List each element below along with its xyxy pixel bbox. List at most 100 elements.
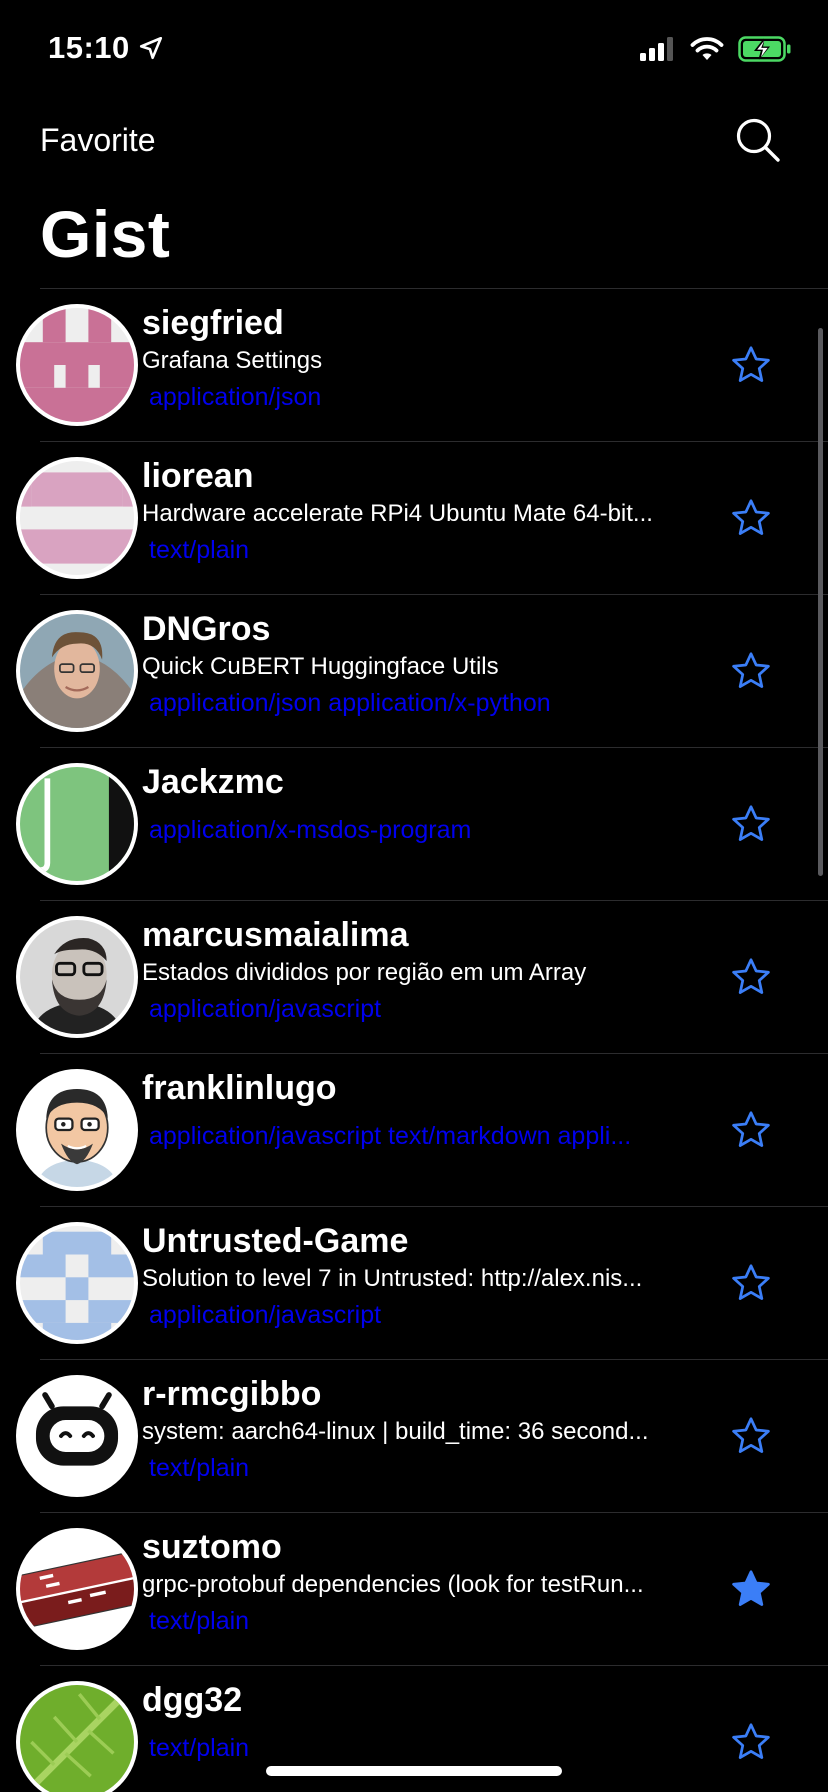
avatar — [16, 1681, 138, 1792]
gist-description: Quick CuBERT Huggingface Utils — [142, 653, 499, 680]
star-outline-icon — [732, 1723, 770, 1759]
gist-row[interactable]: liorean Hardware accelerate RPi4 Ubuntu … — [0, 442, 828, 595]
favorite-star-button[interactable] — [729, 1261, 773, 1305]
star-outline-icon — [732, 1111, 770, 1147]
status-time: 15:10 — [48, 30, 164, 66]
status-bar: 15:10 — [0, 0, 828, 100]
location-arrow-icon — [139, 36, 162, 60]
gist-row-text: DNGros Quick CuBERT Huggingface Utils ap… — [142, 609, 692, 721]
avatar-photo — [20, 1685, 134, 1792]
gist-owner: liorean — [142, 457, 254, 495]
avatar — [16, 916, 138, 1038]
star-outline-icon — [732, 805, 770, 841]
avatar — [16, 304, 138, 426]
gist-description: Hardware accelerate RPi4 Ubuntu Mate 64-… — [142, 500, 653, 527]
gist-file-types: application/json — [149, 383, 322, 411]
avatar — [16, 1528, 138, 1650]
gist-file-types: text/plain — [149, 536, 250, 564]
gist-file-types: application/javascript text/markdown app… — [149, 1122, 632, 1150]
avatar — [16, 1069, 138, 1191]
gist-row-text: dgg32 text/plain — [142, 1680, 692, 1766]
gist-owner: Jackzmc — [142, 763, 284, 801]
avatar-cartoon — [20, 1073, 134, 1187]
star-outline-icon — [732, 958, 770, 994]
favorite-star-button[interactable] — [729, 802, 773, 846]
star-outline-icon — [732, 499, 770, 535]
gist-row[interactable]: siegfried Grafana Settings application/j… — [0, 289, 828, 442]
home-indicator[interactable] — [266, 1766, 562, 1776]
avatar — [16, 763, 138, 885]
gist-owner: suztomo — [142, 1528, 282, 1566]
gist-owner: r-rmcgibbo — [142, 1375, 322, 1413]
gist-owner: dgg32 — [142, 1681, 243, 1719]
gist-owner: marcusmaialima — [142, 916, 409, 954]
star-outline-icon — [732, 346, 770, 382]
favorite-star-button[interactable] — [729, 1414, 773, 1458]
gist-file-types: application/json application/x-python — [149, 689, 551, 717]
favorite-star-button[interactable] — [729, 1720, 773, 1764]
gist-file-types: application/javascript — [149, 1301, 382, 1329]
gist-row[interactable]: suztomo grpc-protobuf dependencies (look… — [0, 1513, 828, 1666]
gist-row[interactable]: r-rmcgibbo system: aarch64-linux | build… — [0, 1360, 828, 1513]
favorite-star-button[interactable] — [729, 496, 773, 540]
favorite-star-button[interactable] — [729, 955, 773, 999]
avatar-identicon — [20, 308, 134, 422]
gist-file-types: text/plain — [149, 1454, 250, 1482]
avatar-photo — [20, 614, 134, 728]
star-outline-icon — [732, 1417, 770, 1453]
avatar-letter — [20, 767, 134, 881]
gist-description: Solution to level 7 in Untrusted: http:/… — [142, 1265, 643, 1292]
avatar-text-logo — [20, 1532, 134, 1646]
gist-description: Estados divididos por região em um Array — [142, 959, 587, 986]
status-icons — [640, 36, 792, 62]
battery-charging-icon — [738, 36, 791, 62]
avatar-photo — [20, 920, 134, 1034]
gist-row-text: siegfried Grafana Settings application/j… — [142, 303, 692, 415]
gist-owner: siegfried — [142, 304, 284, 342]
gist-row-text: marcusmaialima Estados divididos por reg… — [142, 915, 692, 1027]
gist-row-text: Untrusted-Game Solution to level 7 in Un… — [142, 1221, 692, 1333]
gist-row[interactable]: franklinlugo application/javascript text… — [0, 1054, 828, 1207]
gist-row[interactable]: Jackzmc application/x-msdos-program — [0, 748, 828, 901]
gist-row[interactable]: marcusmaialima Estados divididos por reg… — [0, 901, 828, 1054]
favorite-star-button[interactable] — [729, 1567, 773, 1611]
status-time-text: 15:10 — [48, 30, 130, 65]
gist-file-types: text/plain — [149, 1607, 250, 1635]
favorite-nav-button[interactable]: Favorite — [40, 122, 156, 159]
avatar-identicon — [20, 461, 134, 575]
gist-owner: franklinlugo — [142, 1069, 337, 1107]
gist-row-text: r-rmcgibbo system: aarch64-linux | build… — [142, 1374, 692, 1486]
avatar-robot — [20, 1379, 134, 1493]
gist-row-text: franklinlugo application/javascript text… — [142, 1068, 692, 1154]
gist-row[interactable]: DNGros Quick CuBERT Huggingface Utils ap… — [0, 595, 828, 748]
avatar — [16, 1375, 138, 1497]
gist-row-text: suztomo grpc-protobuf dependencies (look… — [142, 1527, 692, 1639]
gist-file-types: application/javascript — [149, 995, 382, 1023]
gist-list[interactable]: siegfried Grafana Settings application/j… — [0, 289, 828, 1792]
avatar — [16, 610, 138, 732]
gist-owner: Untrusted-Game — [142, 1222, 409, 1260]
star-outline-icon — [732, 1264, 770, 1300]
gist-row-text: Jackzmc application/x-msdos-program — [142, 762, 692, 848]
avatar-identicon — [20, 1226, 134, 1340]
gist-file-types: text/plain — [149, 1734, 250, 1762]
gist-description: Grafana Settings — [142, 347, 323, 374]
favorite-star-button[interactable] — [729, 343, 773, 387]
page-title: Gist — [40, 197, 171, 271]
avatar — [16, 457, 138, 579]
wifi-icon — [690, 37, 724, 60]
gist-owner: DNGros — [142, 610, 271, 648]
star-outline-icon — [732, 652, 770, 688]
star-filled-icon — [732, 1570, 770, 1606]
scroll-indicator[interactable] — [818, 328, 823, 876]
search-button[interactable] — [734, 116, 784, 166]
avatar — [16, 1222, 138, 1344]
gist-row-text: liorean Hardware accelerate RPi4 Ubuntu … — [142, 456, 692, 568]
cellular-signal-icon — [640, 37, 673, 61]
favorite-star-button[interactable] — [729, 1108, 773, 1152]
gist-file-types: application/x-msdos-program — [149, 816, 472, 844]
gist-description: system: aarch64-linux | build_time: 36 s… — [142, 1418, 649, 1445]
favorite-star-button[interactable] — [729, 649, 773, 693]
gist-description: grpc-protobuf dependencies (look for tes… — [142, 1571, 644, 1598]
gist-row[interactable]: Untrusted-Game Solution to level 7 in Un… — [0, 1207, 828, 1360]
